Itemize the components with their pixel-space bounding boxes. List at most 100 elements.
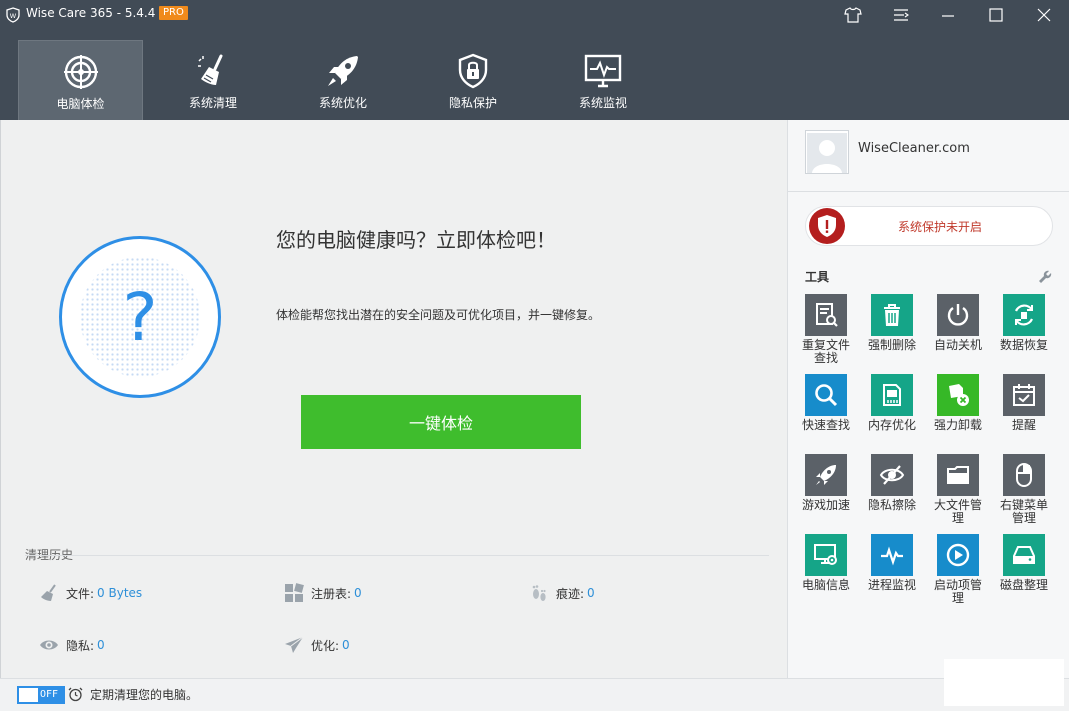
shield-alert-icon bbox=[809, 208, 845, 244]
tool-label: 启动项管理 bbox=[933, 578, 982, 605]
rocket-icon bbox=[805, 454, 847, 496]
tool-game-booster[interactable]: 游戏加速 bbox=[796, 454, 856, 512]
tab-label: 隐私保护 bbox=[448, 96, 497, 110]
minimize-button[interactable] bbox=[937, 4, 959, 26]
title-bar: W Wise Care 365 - 5.4.4 PRO bbox=[0, 0, 1069, 30]
wrench-icon[interactable] bbox=[1038, 270, 1052, 284]
mouse-icon bbox=[1003, 454, 1045, 496]
protection-status-text: 系统保护未开启 bbox=[898, 220, 983, 234]
close-icon bbox=[1037, 8, 1051, 22]
pulse-icon bbox=[871, 534, 913, 576]
disk-drive-icon bbox=[1003, 534, 1045, 576]
tab-privacy-protector[interactable]: 隐私保护 bbox=[408, 40, 538, 120]
tool-privacy-eraser[interactable]: 隐私擦除 bbox=[862, 454, 922, 512]
eye-icon bbox=[40, 640, 58, 650]
tool-auto-shutdown[interactable]: 自动关机 bbox=[928, 294, 988, 352]
tool-label: 重复文件查找 bbox=[801, 338, 850, 365]
magnifier-icon bbox=[805, 374, 847, 416]
tab-label: 系统清理 bbox=[188, 96, 237, 110]
history-label: 注册表: bbox=[311, 586, 352, 601]
monitor-pulse-icon bbox=[584, 54, 622, 88]
tool-disk-defrag[interactable]: 磁盘整理 bbox=[994, 534, 1054, 592]
menu-icon bbox=[894, 9, 909, 21]
tool-memory-optimizer[interactable]: 内存优化 bbox=[862, 374, 922, 432]
user-silhouette-icon bbox=[807, 133, 847, 173]
play-circle-icon bbox=[937, 534, 979, 576]
scheduled-clean-toggle[interactable]: OFF bbox=[17, 686, 65, 704]
checkup-panel: ? 您的电脑健康吗？立即体检吧！ 体检能帮您找出潜在的安全问题及可优化项目，并一… bbox=[0, 120, 787, 678]
schedule-description: 定期清理您的电脑。 bbox=[90, 688, 199, 702]
tool-label: 游戏加速 bbox=[801, 498, 850, 512]
main-menu-button[interactable] bbox=[890, 4, 912, 26]
monitor-gear-icon bbox=[805, 534, 847, 576]
radar-scan-icon bbox=[63, 55, 98, 89]
history-optimize: 优化: 0 bbox=[284, 635, 350, 655]
tool-large-file-manager[interactable]: 大文件管理 bbox=[928, 454, 988, 525]
broom-icon bbox=[198, 54, 223, 85]
page-description: 体检能帮您找出潜在的安全问题及可优化项目，并一键修复。 bbox=[276, 308, 601, 322]
document-search-icon bbox=[805, 294, 847, 336]
tool-force-delete[interactable]: 强制删除 bbox=[862, 294, 922, 352]
tool-startup-manager[interactable]: 启动项管理 bbox=[928, 534, 988, 605]
scan-now-button[interactable]: 一键体检 bbox=[301, 395, 581, 449]
maximize-icon bbox=[989, 8, 1003, 22]
svg-text:W: W bbox=[10, 12, 17, 20]
tool-label: 电脑信息 bbox=[801, 578, 850, 592]
tool-context-menu[interactable]: 右键菜单管理 bbox=[994, 454, 1054, 525]
history-files: 文件: 0 Bytes bbox=[39, 583, 142, 603]
tool-label: 进程监视 bbox=[867, 578, 916, 592]
avatar[interactable] bbox=[805, 130, 849, 174]
history-divider bbox=[25, 555, 769, 556]
tab-system-optimizer[interactable]: 系统优化 bbox=[278, 40, 408, 120]
sidebar-divider bbox=[788, 191, 1069, 192]
history-value: 0 bbox=[587, 586, 595, 600]
history-value: 0 Bytes bbox=[97, 586, 143, 600]
close-button[interactable] bbox=[1033, 4, 1055, 26]
tab-pc-checkup[interactable]: 电脑体检 bbox=[18, 40, 143, 120]
tool-duplicate-finder[interactable]: 重复文件查找 bbox=[796, 294, 856, 365]
tools-title: 工具 bbox=[805, 270, 830, 284]
main-nav: 电脑体检 系统清理 系统优化 隐私保护 系统监视 bbox=[18, 40, 668, 120]
paper-plane-icon bbox=[285, 636, 304, 653]
app-header: W Wise Care 365 - 5.4.4 PRO 电脑体检 系统清理 系统… bbox=[0, 0, 1069, 120]
eye-slash-icon bbox=[871, 454, 913, 496]
skin-button[interactable] bbox=[842, 4, 864, 26]
tab-system-monitor[interactable]: 系统监视 bbox=[538, 40, 668, 120]
tshirt-icon bbox=[844, 7, 862, 23]
tool-label: 强力卸载 bbox=[933, 418, 982, 432]
history-label: 隐私: bbox=[66, 638, 95, 653]
calendar-check-icon bbox=[1003, 374, 1045, 416]
history-value: 0 bbox=[342, 638, 350, 652]
toggle-knob bbox=[19, 688, 38, 702]
tool-data-recovery[interactable]: 数据恢复 bbox=[994, 294, 1054, 352]
account-name[interactable]: WiseCleaner.com bbox=[858, 141, 970, 156]
minimize-icon bbox=[942, 15, 954, 17]
history-traces: 痕迹: 0 bbox=[529, 583, 595, 603]
rocket-icon bbox=[328, 56, 358, 86]
system-protection-toggle[interactable]: 系统保护未开启 bbox=[805, 206, 1053, 246]
tool-fast-search[interactable]: 快速查找 bbox=[796, 374, 856, 432]
blank-overlay bbox=[944, 659, 1064, 706]
tool-label: 右键菜单管理 bbox=[999, 498, 1048, 525]
tab-system-cleaner[interactable]: 系统清理 bbox=[148, 40, 278, 120]
page-headline: 您的电脑健康吗？立即体检吧！ bbox=[276, 228, 556, 252]
history-registry: 注册表: 0 bbox=[284, 583, 362, 603]
tool-label: 内存优化 bbox=[867, 418, 916, 432]
tool-uninstaller[interactable]: 强力卸载 bbox=[928, 374, 988, 432]
power-icon bbox=[937, 294, 979, 336]
app-logo-icon: W bbox=[6, 7, 20, 23]
folder-icon bbox=[937, 454, 979, 496]
maximize-button[interactable] bbox=[985, 4, 1007, 26]
right-sidebar: WiseCleaner.com 系统保护未开启 工具 重复文件查找 强制删除 自… bbox=[787, 120, 1069, 678]
tool-reminder[interactable]: 提醒 bbox=[994, 374, 1054, 432]
tool-label: 快速查找 bbox=[801, 418, 850, 432]
tab-label: 系统优化 bbox=[318, 96, 367, 110]
tool-label: 大文件管理 bbox=[933, 498, 982, 525]
tool-label: 隐私擦除 bbox=[867, 498, 916, 512]
trash-icon bbox=[871, 294, 913, 336]
tool-process-monitor[interactable]: 进程监视 bbox=[862, 534, 922, 592]
tool-computer-info[interactable]: 电脑信息 bbox=[796, 534, 856, 592]
alarm-clock-icon bbox=[68, 687, 83, 702]
history-value: 0 bbox=[97, 638, 105, 652]
history-label: 文件: bbox=[66, 586, 95, 601]
